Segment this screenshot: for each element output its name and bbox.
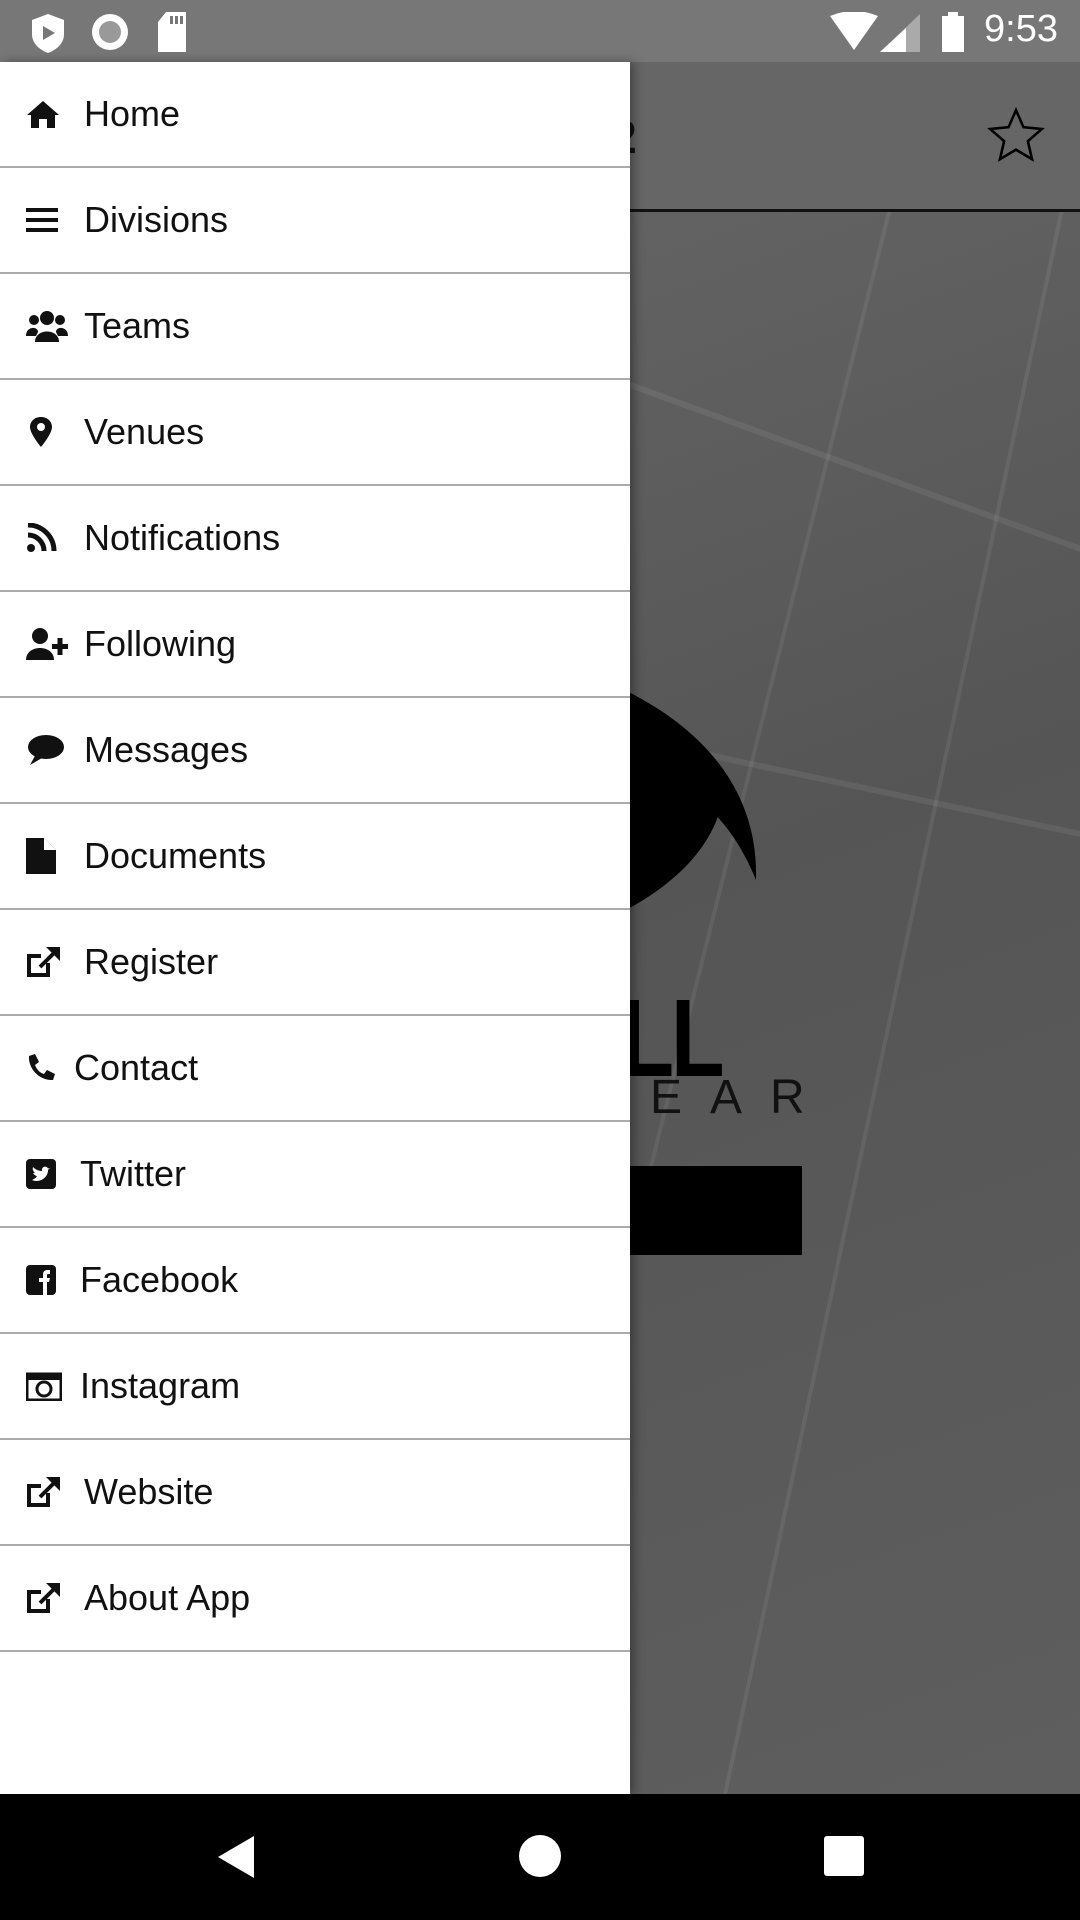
home-button-icon[interactable] (518, 1834, 562, 1878)
drawer-item-label: Twitter (80, 1153, 187, 1194)
camera-icon (26, 1366, 66, 1406)
drawer-item-teams[interactable]: Teams (0, 274, 630, 380)
drawer-item-website[interactable]: Website (0, 1440, 630, 1546)
home-icon (26, 94, 70, 134)
drawer-item-label: Messages (84, 729, 249, 770)
signal-icon (880, 14, 920, 52)
map-marker-icon (26, 412, 70, 452)
drawer-item-label: Register (84, 941, 219, 982)
drawer-item-label: Facebook (80, 1259, 239, 1300)
users-icon (26, 306, 70, 346)
drawer-item-register[interactable]: Register (0, 910, 630, 1016)
bars-icon (26, 200, 70, 240)
drawer-item-instagram[interactable]: Instagram (0, 1334, 630, 1440)
recents-icon[interactable] (824, 1836, 864, 1876)
drawer-item-label: Instagram (80, 1365, 241, 1406)
drawer-item-following[interactable]: Following (0, 592, 630, 698)
shield-play-icon (32, 14, 64, 53)
drawer-item-label: About App (84, 1577, 251, 1618)
status-bar: 9:53 (0, 0, 1080, 62)
sd-card-icon (158, 12, 186, 52)
drawer-item-venues[interactable]: Venues (0, 380, 630, 486)
external-link-icon (26, 1472, 70, 1512)
clock: 9:53 (984, 8, 1058, 50)
record-icon (92, 14, 128, 50)
system-nav-bar (0, 1794, 1080, 1920)
facebook-square-icon (26, 1260, 66, 1300)
drawer-item-label: Following (84, 623, 237, 664)
drawer-item-documents[interactable]: Documents (0, 804, 630, 910)
rss-icon (26, 518, 70, 558)
drawer-item-contact[interactable]: Contact (0, 1016, 630, 1122)
navigation-drawer: Home Divisions Teams Venues Notification… (0, 62, 630, 1794)
drawer-item-label: Notifications (84, 517, 281, 558)
drawer-item-divisions[interactable]: Divisions (0, 168, 630, 274)
drawer-item-label: Home (84, 93, 181, 134)
user-plus-icon (26, 624, 70, 664)
drawer-item-twitter[interactable]: Twitter (0, 1122, 630, 1228)
wifi-icon (830, 12, 878, 50)
comment-icon (26, 730, 70, 770)
drawer-item-about-app[interactable]: About App (0, 1546, 630, 1652)
external-link-icon (26, 1578, 70, 1618)
phone-icon (26, 1048, 60, 1088)
drawer-item-label: Divisions (84, 199, 229, 240)
drawer-item-home[interactable]: Home (0, 62, 630, 168)
drawer-item-label: Contact (74, 1047, 199, 1088)
drawer-item-label: Documents (84, 835, 267, 876)
twitter-square-icon (26, 1154, 66, 1194)
drawer-item-messages[interactable]: Messages (0, 698, 630, 804)
file-icon (26, 836, 70, 876)
drawer-item-notifications[interactable]: Notifications (0, 486, 630, 592)
logo-subtext: EAR (650, 1071, 833, 1124)
battery-icon (942, 12, 964, 52)
drawer-item-label: Venues (84, 411, 205, 452)
drawer-item-label: Website (84, 1471, 214, 1512)
drawer-item-label: Teams (84, 305, 191, 346)
star-outline-icon[interactable] (985, 105, 1047, 167)
external-link-icon (26, 942, 70, 982)
back-icon[interactable] (216, 1834, 256, 1880)
drawer-item-facebook[interactable]: Facebook (0, 1228, 630, 1334)
